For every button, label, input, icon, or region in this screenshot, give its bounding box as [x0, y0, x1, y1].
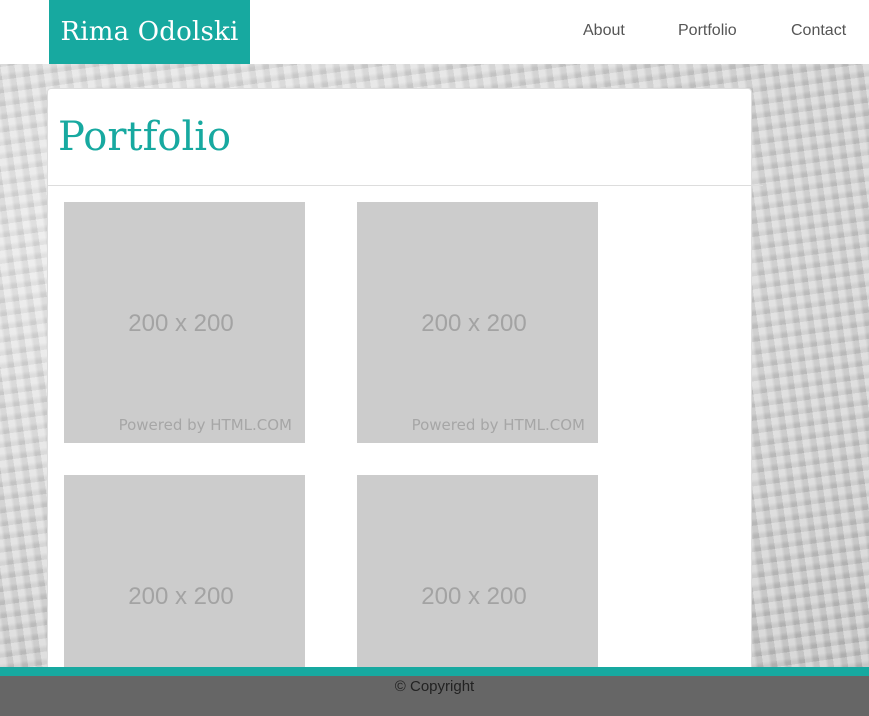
site-header: Rima Odolski About Portfolio Contact	[0, 0, 869, 64]
thumbnail-size-label: 200 x 200	[128, 310, 234, 337]
site-logo-link[interactable]: Rima Odolski	[49, 0, 250, 64]
thumbnail-credit: Powered by HTML.COM	[118, 416, 292, 434]
copyright-text: © Copyright	[394, 678, 475, 695]
site-footer: © Copyright	[0, 676, 869, 716]
portfolio-thumbnail-2[interactable]: 200 x 200 Powered by HTML.COM	[357, 202, 598, 443]
thumbnail-credit: Powered by HTML.COM	[411, 416, 585, 434]
portfolio-thumbnail-1[interactable]: 200 x 200 Powered by HTML.COM	[64, 202, 305, 443]
nav-link-about[interactable]: About	[583, 22, 625, 40]
nav-link-contact[interactable]: Contact	[791, 22, 846, 40]
footer-accent-bar	[0, 667, 869, 676]
thumbnail-size-label: 200 x 200	[421, 583, 527, 610]
thumbnail-size-label: 200 x 200	[421, 310, 527, 337]
content-panel: Portfolio 200 x 200 Powered by HTML.COM …	[47, 88, 763, 716]
title-divider	[48, 185, 763, 186]
page-title: Portfolio	[58, 114, 232, 160]
thumbnail-size-label: 200 x 200	[128, 583, 234, 610]
nav-link-portfolio[interactable]: Portfolio	[678, 22, 737, 40]
